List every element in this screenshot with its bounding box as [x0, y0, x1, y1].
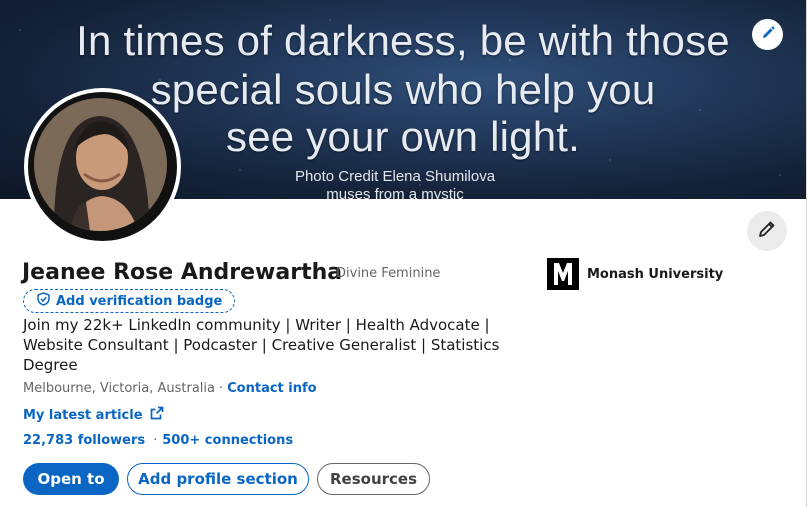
contact-info-link[interactable]: Contact info [227, 381, 316, 396]
verification-label: Add verification badge [56, 293, 223, 309]
latest-article-link[interactable]: My latest article [23, 406, 164, 424]
open-to-button[interactable]: Open to [23, 463, 119, 495]
location-text: Melbourne, Victoria, Australia [23, 381, 215, 396]
shield-check-icon [37, 292, 56, 310]
article-label: My latest article [23, 407, 143, 423]
avatar-image [28, 92, 177, 241]
edit-intro-button[interactable] [747, 211, 787, 251]
profile-card: In times of darkness, be with those spec… [0, 0, 807, 507]
add-profile-section-button[interactable]: Add profile section [127, 463, 309, 495]
monash-logo [547, 258, 579, 290]
resources-button[interactable]: Resources [317, 463, 430, 495]
edit-banner-button[interactable] [752, 19, 783, 50]
location-separator: · [219, 381, 224, 396]
education-link[interactable]: Monash University [547, 258, 723, 290]
banner-quote-line-1: In times of darkness, be with those [76, 17, 730, 64]
education-name: Monash University [587, 266, 724, 282]
profile-photo[interactable] [24, 88, 181, 245]
location-row: Melbourne, Victoria, Australia · Contact… [23, 381, 317, 396]
external-link-icon [143, 406, 164, 424]
profile-headline: Join my 22k+ LinkedIn community | Writer… [23, 316, 500, 374]
profile-pronouns: Divine Feminine [336, 266, 441, 281]
network-row: 22,783 followers · 500+ connections [23, 433, 293, 448]
followers-link[interactable]: 22,783 followers [23, 433, 145, 448]
add-verification-badge-button[interactable]: Add verification badge [23, 289, 236, 313]
pencil-icon [760, 25, 776, 45]
connections-link[interactable]: 500+ connections [162, 433, 293, 448]
pencil-icon [756, 218, 778, 244]
profile-name: Jeanee Rose Andrewartha [22, 260, 343, 285]
network-separator: · [153, 433, 158, 448]
